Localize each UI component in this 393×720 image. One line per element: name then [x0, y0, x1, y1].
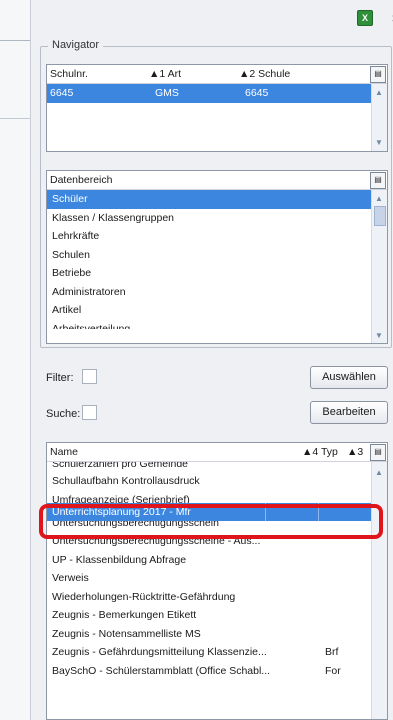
report-item[interactable]: Umfrageanzeige (Serienbrief): [47, 491, 371, 503]
report-item-label: Unterrichtsplanung 2017 - Mfr: [52, 505, 191, 518]
scroll-down-icon[interactable]: ▼: [374, 331, 384, 340]
suche-checkbox[interactable]: [82, 405, 97, 420]
col-typ[interactable]: ▲4 Typ: [302, 443, 338, 461]
report-item-label: Zeugnis - Gefährdungsmitteilung Klassenz…: [52, 646, 267, 658]
report-item[interactable]: Zeugnis - Gefährdungsmitteilung Klassenz…: [47, 643, 371, 662]
cell-schule: 6645: [245, 87, 269, 99]
report-item[interactable]: Untersuchungsberechtigungsschein: [47, 521, 371, 532]
list-item[interactable]: Betriebe: [47, 264, 371, 283]
column-chooser-icon[interactable]: ▤: [370, 66, 386, 83]
left-pane-divider-2: [0, 118, 30, 119]
scroll-up-icon[interactable]: ▲: [374, 194, 384, 203]
datenbereich-title: Datenbereich: [50, 174, 113, 186]
list-item[interactable]: Administratoren: [47, 283, 371, 302]
list-item[interactable]: Arbeitsverteilung: [47, 320, 371, 329]
reports-scrollbar[interactable]: ▲: [371, 462, 387, 719]
column-chooser-icon[interactable]: ▤: [370, 172, 386, 189]
datenbereich-scrollbar[interactable]: ▲ ▼: [371, 190, 387, 343]
cell-art: GMS: [155, 87, 179, 99]
report-item[interactable]: Zeugnis - Notensammelliste MS: [47, 625, 371, 644]
report-item[interactable]: BaySchO - Schülerstammblatt (Office Scha…: [47, 662, 371, 681]
list-item[interactable]: Schulen: [47, 246, 371, 265]
col-art-label: 1 Art: [159, 68, 182, 80]
filter-label: Filter:: [46, 372, 74, 384]
close-button[interactable]: ×: [387, 9, 393, 27]
excel-export-icon[interactable]: X: [356, 9, 374, 27]
report-item[interactable]: Schullaufbahn Kontrollausdruck: [47, 472, 371, 491]
reports-list[interactable]: Name ▲4 Typ ▲3 ▤ Schülerzahlen pro Gemei…: [46, 442, 388, 720]
navigator-title: Navigator: [48, 39, 104, 51]
datenbereich-list[interactable]: Datenbereich ▤ Schüler Klassen / Klassen…: [46, 170, 388, 344]
report-item[interactable]: Zeugnis - Bemerkungen Etikett: [47, 606, 371, 625]
col-third[interactable]: ▲3: [347, 443, 363, 461]
column-chooser-icon[interactable]: ▤: [370, 444, 386, 461]
list-item[interactable]: Lehrkräfte: [47, 227, 371, 246]
filter-checkbox[interactable]: [82, 369, 97, 384]
col-typ-label: 4 Typ: [312, 446, 338, 458]
reports-header: Name ▲4 Typ ▲3 ▤: [47, 443, 387, 462]
cell-schulnr: 6645: [50, 87, 74, 99]
navigator-header: Schulnr. ▲1 Art ▲2 Schule ▤: [47, 65, 387, 84]
navigator-scrollbar[interactable]: ▲ ▼: [371, 84, 387, 151]
left-pane-divider: [0, 40, 30, 41]
col-schulnr[interactable]: Schulnr.: [50, 65, 88, 83]
scroll-thumb[interactable]: [374, 206, 386, 226]
report-item[interactable]: UP - Klassenbildung Abfrage: [47, 551, 371, 570]
typ-cell: [265, 502, 319, 521]
auswaehlen-button[interactable]: Auswählen: [310, 366, 388, 389]
scroll-up-icon[interactable]: ▲: [374, 468, 384, 477]
report-item-selected[interactable]: Unterrichtsplanung 2017 - Mfr: [47, 502, 371, 521]
report-item[interactable]: Verweis: [47, 569, 371, 588]
col-third-label: 3: [357, 446, 364, 458]
list-item[interactable]: Schüler: [47, 190, 371, 209]
scroll-up-icon[interactable]: ▲: [374, 88, 384, 97]
toolbar: X ×: [31, 0, 393, 34]
typ-cell: Brf: [325, 646, 339, 658]
report-item[interactable]: Schülerzahlen pro Gemeinde: [47, 462, 371, 472]
report-item-label: BaySchO - Schülerstammblatt (Office Scha…: [52, 664, 271, 677]
navigator-list[interactable]: Schulnr. ▲1 Art ▲2 Schule ▤ 6645 GMS 664…: [46, 64, 388, 152]
datenbereich-header: Datenbereich ▤: [47, 171, 387, 190]
col-schule[interactable]: ▲2 Schule: [239, 65, 290, 83]
col-name[interactable]: Name: [50, 443, 78, 461]
report-item[interactable]: Untersuchungsberechtigungsscheine - Aus.…: [47, 532, 371, 551]
scroll-down-icon[interactable]: ▼: [374, 138, 384, 147]
typ-cell: For: [325, 664, 341, 677]
report-item[interactable]: Wiederholungen-Rücktritte-Gefährdung: [47, 588, 371, 607]
list-item[interactable]: Klassen / Klassengruppen: [47, 209, 371, 228]
col-art[interactable]: ▲1 Art: [149, 65, 181, 83]
suche-label: Suche:: [46, 408, 81, 420]
left-pane-edge: [0, 0, 31, 720]
list-item[interactable]: Artikel: [47, 301, 371, 320]
navigator-row[interactable]: 6645 GMS 6645: [47, 84, 371, 103]
col-schule-label: 2 Schule: [249, 68, 291, 80]
bearbeiten-button[interactable]: Bearbeiten: [310, 401, 388, 424]
